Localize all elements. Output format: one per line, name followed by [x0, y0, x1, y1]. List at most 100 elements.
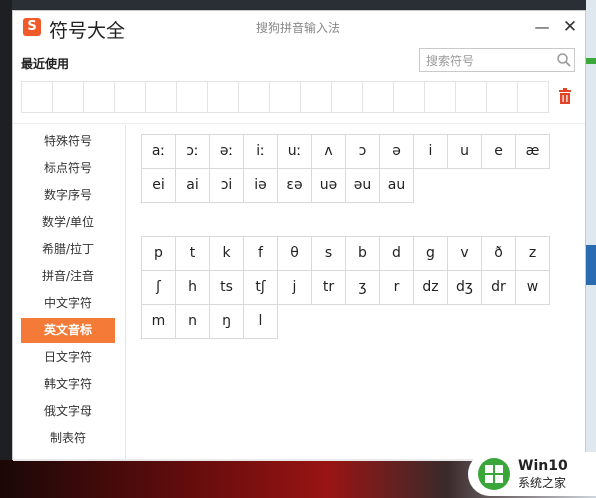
recent-symbol-slot[interactable] — [22, 82, 53, 112]
phonetic-symbol-cell[interactable]: dz — [413, 270, 448, 305]
phonetic-symbol-cell[interactable]: ŋ — [209, 304, 244, 339]
phonetic-symbol-cell[interactable]: r — [379, 270, 414, 305]
recent-symbols-grid — [21, 81, 549, 113]
search-box[interactable] — [419, 48, 575, 72]
phonetic-symbol-cell[interactable]: ɔː — [175, 134, 210, 169]
phonetic-symbol-cell[interactable]: æ — [515, 134, 550, 169]
recent-symbol-slot[interactable] — [115, 82, 146, 112]
phonetic-symbol-cell[interactable]: θ — [277, 236, 312, 271]
sidebar-item[interactable]: 数学/单位 — [21, 210, 115, 235]
category-sidebar: 特殊符号 标点符号 数字序号 数学/单位 希腊/拉丁 拼音/注音 中文字符 英文音标 日文字符韩… — [21, 125, 125, 461]
sidebar-item[interactable]: 韩文字符 — [21, 372, 115, 397]
phonetic-symbol-cell[interactable]: əu — [345, 168, 380, 203]
app-title: 符号大全 — [49, 20, 126, 42]
phonetic-symbol-cell[interactable]: aː — [141, 134, 176, 169]
phonetic-symbol-cell[interactable]: dʒ — [447, 270, 482, 305]
phonetic-symbol-cell[interactable]: ʒ — [345, 270, 380, 305]
symbol-window: S 符号大全 搜狗拼音输入法 — ✕ 最近使用 特殊符号标点符号数字序号数学/单… — [12, 10, 587, 461]
phonetic-symbol-cell[interactable]: n — [175, 304, 210, 339]
sidebar-item[interactable]: 标点符号 — [21, 156, 115, 181]
phonetic-symbol-cell[interactable]: uː — [277, 134, 312, 169]
recent-symbol-slot[interactable] — [518, 82, 548, 112]
phonetic-symbol-cell[interactable]: w — [515, 270, 550, 305]
recent-symbol-slot[interactable] — [456, 82, 487, 112]
search-icon[interactable] — [556, 52, 572, 68]
windows-logo-icon — [478, 458, 510, 490]
sidebar-item[interactable]: 数字序号 — [21, 183, 115, 208]
sidebar-item[interactable]: 希腊/拉丁 — [21, 237, 115, 262]
phonetic-symbol-cell[interactable]: ð — [481, 236, 516, 271]
phonetic-symbol-cell[interactable]: v — [447, 236, 482, 271]
phonetic-symbol-cell[interactable]: z — [515, 236, 550, 271]
phonetic-symbol-cell[interactable]: m — [141, 304, 176, 339]
phonetic-symbol-cell[interactable]: uə — [311, 168, 346, 203]
recent-symbol-slot[interactable] — [363, 82, 394, 112]
phonetic-symbol-cell[interactable]: k — [209, 236, 244, 271]
phonetic-symbol-cell[interactable]: ʌ — [311, 134, 346, 169]
watermark-title: Win10 — [518, 458, 568, 474]
recent-symbol-slot[interactable] — [177, 82, 208, 112]
phonetic-symbol-cell[interactable]: ɔi — [209, 168, 244, 203]
recent-symbol-slot[interactable] — [487, 82, 518, 112]
recent-symbol-slot[interactable] — [425, 82, 456, 112]
recent-symbol-slot[interactable] — [146, 82, 177, 112]
phonetic-symbol-cell[interactable]: u — [447, 134, 482, 169]
phonetic-symbol-cell[interactable]: f — [243, 236, 278, 271]
phonetic-symbol-cell[interactable]: i — [413, 134, 448, 169]
desktop-accent-green — [586, 58, 596, 64]
recent-symbol-slot[interactable] — [394, 82, 425, 112]
window-title: 搜狗拼音输入法 — [256, 21, 341, 35]
trash-icon[interactable] — [557, 87, 573, 105]
phonetic-symbol-cell[interactable]: tʃ — [243, 270, 278, 305]
desktop-accent-blue — [586, 245, 596, 285]
win10-watermark: Win10 系统之家 — [468, 452, 596, 496]
phonetic-symbol-cell[interactable]: ʃ — [141, 270, 176, 305]
phonetic-symbol-cell[interactable]: j — [277, 270, 312, 305]
sogou-logo-icon: S — [23, 18, 41, 36]
close-button[interactable]: ✕ — [561, 17, 579, 37]
desktop-background-left — [0, 0, 12, 498]
vowel-symbols-grid: aː ɔː əː iː uː ʌ ɔ ə i u e æ ei ai ɔi iə ɛə uə əu au — [141, 134, 550, 203]
recent-symbol-slot[interactable] — [239, 82, 270, 112]
phonetic-symbol-cell[interactable]: dr — [481, 270, 516, 305]
phonetic-symbol-cell[interactable]: əː — [209, 134, 244, 169]
phonetic-symbol-cell[interactable]: t — [175, 236, 210, 271]
phonetic-symbol-cell[interactable]: ə — [379, 134, 414, 169]
sidebar-item[interactable]: 特殊符号 — [21, 129, 115, 154]
phonetic-symbol-cell[interactable]: ɔ — [345, 134, 380, 169]
phonetic-symbol-cell[interactable]: h — [175, 270, 210, 305]
sidebar-item[interactable]: 中文字符 — [21, 291, 115, 316]
phonetic-symbol-cell[interactable]: tr — [311, 270, 346, 305]
minimize-button[interactable]: — — [533, 17, 551, 37]
recent-symbol-slot[interactable] — [332, 82, 363, 112]
phonetic-symbol-cell[interactable]: iː — [243, 134, 278, 169]
search-input[interactable] — [424, 51, 552, 71]
recent-symbol-slot[interactable] — [208, 82, 239, 112]
sidebar-item[interactable]: 英文音标 — [21, 318, 115, 343]
phonetic-symbol-cell[interactable]: ai — [175, 168, 210, 203]
phonetic-symbol-cell[interactable]: g — [413, 236, 448, 271]
sidebar-item[interactable]: 俄文字母 — [21, 399, 115, 424]
sidebar-item[interactable]: 日文字符 — [21, 345, 115, 370]
phonetic-symbol-cell[interactable]: e — [481, 134, 516, 169]
phonetic-symbol-cell[interactable]: p — [141, 236, 176, 271]
recent-symbol-slot[interactable] — [84, 82, 115, 112]
phonetic-symbol-cell[interactable]: ɛə — [277, 168, 312, 203]
recent-symbol-slot[interactable] — [53, 82, 84, 112]
consonant-symbols-grid: p t k f θ s b d g v ð z ʃ h ts tʃ j tr ʒ r dz dʒ dr w m n ŋ l — [141, 236, 550, 339]
header-divider — [13, 123, 585, 124]
recent-symbol-slot[interactable] — [301, 82, 332, 112]
phonetic-symbol-cell[interactable]: b — [345, 236, 380, 271]
title-bar[interactable]: S 符号大全 搜狗拼音输入法 — ✕ — [13, 11, 585, 45]
phonetic-symbol-cell[interactable]: s — [311, 236, 346, 271]
desktop-background-right — [586, 0, 596, 498]
phonetic-symbol-cell[interactable]: d — [379, 236, 414, 271]
phonetic-symbol-cell[interactable]: au — [379, 168, 414, 203]
phonetic-symbol-cell[interactable]: iə — [243, 168, 278, 203]
phonetic-symbol-cell[interactable]: l — [243, 304, 278, 339]
phonetic-symbol-cell[interactable]: ts — [209, 270, 244, 305]
sidebar-item[interactable]: 拼音/注音 — [21, 264, 115, 289]
phonetic-symbol-cell[interactable]: ei — [141, 168, 176, 203]
recent-symbol-slot[interactable] — [270, 82, 301, 112]
sidebar-item[interactable]: 制表符 — [21, 426, 115, 451]
